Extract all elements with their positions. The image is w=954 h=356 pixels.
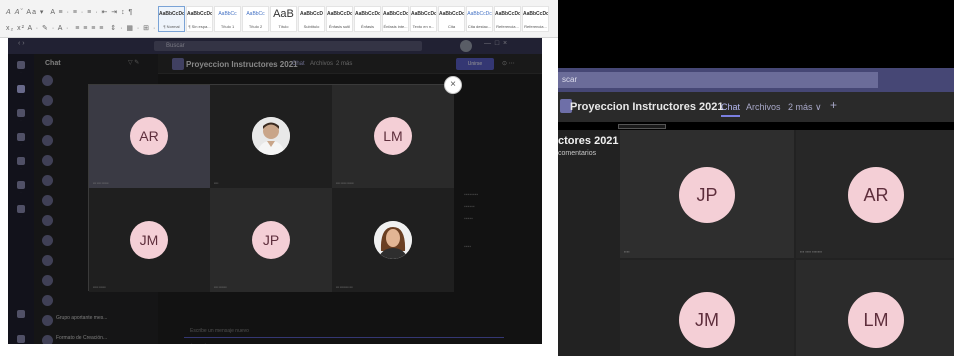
style-name: ¶ Normal [163, 24, 180, 29]
style-option[interactable]: AaBbCcDc Texto en n... [410, 6, 437, 32]
meeting-indicator [618, 124, 666, 129]
style-sample: AaBbCcDc [467, 11, 492, 17]
style-name: ¶ Sin espa... [188, 24, 211, 29]
style-option[interactable]: AaBbCcDc Referencia... [522, 6, 549, 32]
participant-name: ▪▪▪ ▪▪▪▪ ▪▪▪▪▪▪ [93, 181, 109, 185]
style-name: Referencia... [496, 24, 519, 29]
style-name: Título 1 [220, 24, 235, 29]
style-sample: AaBbCcDc [495, 11, 520, 17]
style-sample: AaBbCcDc [187, 11, 212, 17]
style-name: Cita destac... [467, 24, 492, 29]
style-option[interactable]: AaBbCcDc Cita [438, 6, 465, 32]
bottom-strip [0, 344, 558, 356]
meeting-window: AR ▪▪▪ ▪▪▪▪ ▪▪▪▪▪▪ ▪▪▪▪ LM ▪▪▪▪ ▪▪▪▪▪ ▪▪… [88, 84, 454, 292]
style-sample: AaBbCc [218, 11, 237, 17]
style-sample: AaBbCcDc [523, 11, 548, 17]
style-sample: AaB [273, 8, 294, 20]
style-option[interactable]: AaBbCc Título 2 [242, 6, 269, 32]
word-ribbon: 𝘈 𝘈ˇ Aa ▾ A ≡ · ≡ · ≡ · ⇤ ⇥ ↕ ¶ x₂ x² A … [0, 0, 558, 38]
meeting-title: ctores 2021 [558, 135, 619, 147]
style-name: Texto en n... [412, 24, 435, 29]
style-option[interactable]: AaB Título [270, 6, 297, 32]
participant-tile[interactable]: LM [796, 260, 954, 356]
meeting-subtitle: comentarios [558, 150, 597, 157]
style-name: Título [278, 24, 289, 29]
right-screenshot: scar Proyeccion Instructores 2021 Chat A… [558, 0, 954, 356]
add-tab-button[interactable]: + [830, 98, 837, 112]
style-sample: AaBbCcDc [383, 11, 408, 17]
style-option[interactable]: AaBbCcDc Énfasis sutil [326, 6, 353, 32]
participant-tile[interactable]: LM ▪▪▪▪ ▪▪▪▪▪ ▪▪▪▪▪▪ [332, 85, 454, 188]
participant-tile[interactable]: JM [620, 260, 794, 356]
tab-more[interactable]: 2 más ∨ [788, 102, 822, 113]
search-input[interactable]: scar [558, 72, 878, 88]
participant-avatar: JM [679, 292, 735, 348]
participant-name: ▪▪▪▪ ▪▪▪▪▪ ▪▪▪▪▪▪ [336, 181, 354, 185]
style-sample: AaBbCcDc [327, 11, 352, 17]
style-name: Cita [447, 24, 456, 29]
tab-files[interactable]: Archivos [746, 102, 781, 112]
woman-photo-icon [374, 221, 412, 259]
left-screenshot: 𝘈 𝘈ˇ Aa ▾ A ≡ · ≡ · ≡ · ⇤ ⇥ ↕ ¶ x₂ x² A … [0, 0, 558, 356]
participant-name: ▪▪▪ ▪▪▪▪ ▪▪▪▪▪▪▪ [800, 249, 823, 254]
style-sample: AaBbCcD [299, 11, 324, 17]
participant-tile[interactable]: AR ▪▪▪ ▪▪▪▪ ▪▪▪▪▪▪ [89, 85, 210, 188]
participant-photo [252, 117, 290, 155]
style-sample: AaBbCc [246, 11, 265, 17]
tab-chat[interactable]: Chat [721, 102, 741, 117]
participant-avatar: JP [679, 167, 735, 223]
composite-screenshot: 𝘈 𝘈ˇ Aa ▾ A ≡ · ≡ · ≡ · ⇤ ⇥ ↕ ¶ x₂ x² A … [0, 0, 954, 356]
style-option[interactable]: AaBbCcDc Énfasis inte... [382, 6, 409, 32]
teams-title-bar: scar [558, 68, 954, 92]
chat-header: Proyeccion Instructores 2021 Chat Archiv… [558, 92, 954, 122]
participant-name: ▪▪▪▪ [214, 181, 219, 185]
participant-name: ▪▪▪▪ ▪▪▪▪▪▪▪ [214, 285, 227, 289]
style-option[interactable]: AaBbCcDc Énfasis [354, 6, 381, 32]
close-button[interactable]: × [444, 76, 462, 94]
participant-avatar: JM [130, 221, 168, 259]
style-sample: AaBbCcDc [159, 11, 184, 17]
style-name: Énfasis [360, 24, 375, 29]
style-option[interactable]: AaBbCcDc Cita destac... [466, 6, 493, 32]
participant-avatar: AR [848, 167, 904, 223]
chat-title: Proyeccion Instructores 2021 [570, 101, 724, 113]
font-formatting-tools[interactable]: 𝘈 𝘈ˇ Aa ▾ A ≡ · ≡ · ≡ · ⇤ ⇥ ↕ ¶ [6, 8, 133, 16]
participant-name: ▪▪▪▪ [624, 249, 630, 254]
participant-tile[interactable]: JP ▪▪▪▪ [620, 130, 794, 258]
style-name: Énfasis sutil [328, 24, 351, 29]
participant-tile[interactable]: JM ▪▪▪▪▪ ▪▪▪▪▪▪ [89, 188, 210, 292]
paragraph-formatting-tools[interactable]: x₂ x² A · ✎ · A · ≡ ≡ ≡ ≡ ⇕ · ▦ · ⊞ · [6, 24, 156, 32]
participant-tile[interactable]: JP ▪▪▪▪ ▪▪▪▪▪▪▪ [210, 188, 332, 292]
participant-tile[interactable]: ▪▪▪ ▪▪▪▪▪▪▪▪ ▪▪▪ [332, 188, 454, 292]
participant-tile[interactable]: ▪▪▪▪ [210, 85, 332, 188]
style-sample: AaBbCcDc [355, 11, 380, 17]
participant-avatar: AR [130, 117, 168, 155]
style-name: Referencia... [524, 24, 547, 29]
style-name: Énfasis inte... [383, 24, 408, 29]
participant-tile[interactable]: AR ▪▪▪ ▪▪▪▪ ▪▪▪▪▪▪▪ [796, 130, 954, 258]
style-option[interactable]: AaBbCcDc Referencia... [494, 6, 521, 32]
participant-name: ▪▪▪▪▪ ▪▪▪▪▪▪ [93, 285, 106, 289]
style-option[interactable]: AaBbCcD Subtítulo [298, 6, 325, 32]
style-name: Título 2 [248, 24, 263, 29]
meeting-grid: ctores 2021 comentarios JP ▪▪▪▪ AR ▪▪▪ ▪… [558, 130, 954, 356]
style-option[interactable]: AaBbCcDc ¶ Sin espa... [186, 6, 213, 32]
style-sample: AaBbCcDc [411, 11, 436, 17]
style-option[interactable]: AaBbCcDc ¶ Normal [158, 6, 185, 32]
participant-avatar: LM [374, 117, 412, 155]
participant-photo [374, 221, 412, 259]
style-sample: AaBbCcDc [439, 11, 464, 17]
style-option[interactable]: AaBbCc Título 1 [214, 6, 241, 32]
participant-avatar: LM [848, 292, 904, 348]
man-photo-icon [252, 117, 290, 155]
participant-avatar: JP [252, 221, 290, 259]
style-name: Subtítulo [303, 24, 320, 29]
participant-name: ▪▪▪ ▪▪▪▪▪▪▪▪ ▪▪▪ [336, 285, 353, 289]
